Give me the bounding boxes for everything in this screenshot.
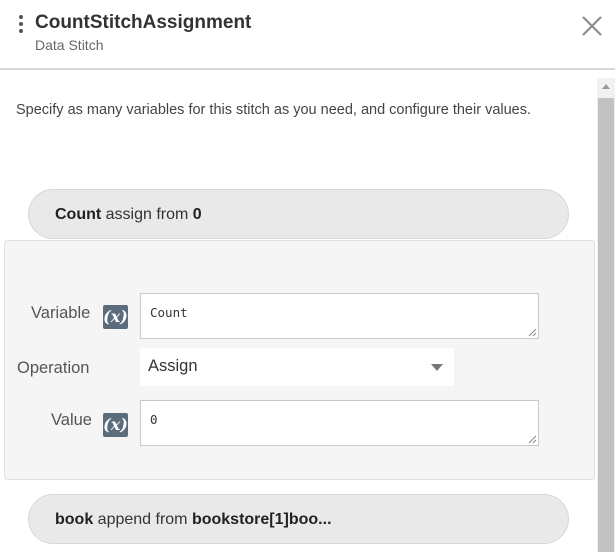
variable-picker-icon[interactable]: (x) xyxy=(103,305,128,329)
variable-label: Variable xyxy=(31,304,91,322)
variable-input-value: Count xyxy=(150,305,188,320)
scroll-up-arrow-icon[interactable] xyxy=(597,78,615,96)
stitch-row-count[interactable]: Count assign from 0 xyxy=(28,189,569,239)
operation-select-value: Assign xyxy=(148,357,198,375)
stitch-source: 0 xyxy=(192,206,202,223)
dialog-subtitle: Data Stitch xyxy=(35,37,104,53)
stitch-variable-name: book xyxy=(55,511,94,528)
value-label: Value xyxy=(51,411,92,429)
close-icon[interactable] xyxy=(580,14,604,38)
more-options-icon[interactable] xyxy=(18,15,24,35)
value-input-value: 0 xyxy=(150,412,158,427)
stitch-description: Specify as many variables for this stitc… xyxy=(16,102,532,118)
variable-input[interactable]: Count xyxy=(140,293,539,339)
dialog-title: CountStitchAssignment xyxy=(35,12,252,33)
stitch-operation-text: append from xyxy=(93,511,192,528)
value-input[interactable]: 0 xyxy=(140,400,539,446)
scrollbar-thumb[interactable] xyxy=(598,98,614,552)
stitch-source: bookstore[1]boo... xyxy=(191,511,332,528)
stitch-operation-text: assign from xyxy=(101,206,193,223)
stitch-row-book[interactable]: book append from bookstore[1]boo... xyxy=(28,494,569,544)
operation-label: Operation xyxy=(17,359,90,377)
chevron-down-icon xyxy=(431,364,443,371)
resize-grip-icon[interactable] xyxy=(527,434,537,444)
dialog-header: CountStitchAssignment Data Stitch xyxy=(0,0,615,68)
header-divider xyxy=(0,68,615,70)
resize-grip-icon[interactable] xyxy=(527,327,537,337)
operation-select[interactable]: Assign xyxy=(140,348,454,386)
value-picker-icon[interactable]: (x) xyxy=(103,413,128,437)
vertical-scrollbar[interactable] xyxy=(597,78,615,552)
stitch-variable-name: Count xyxy=(55,206,102,223)
